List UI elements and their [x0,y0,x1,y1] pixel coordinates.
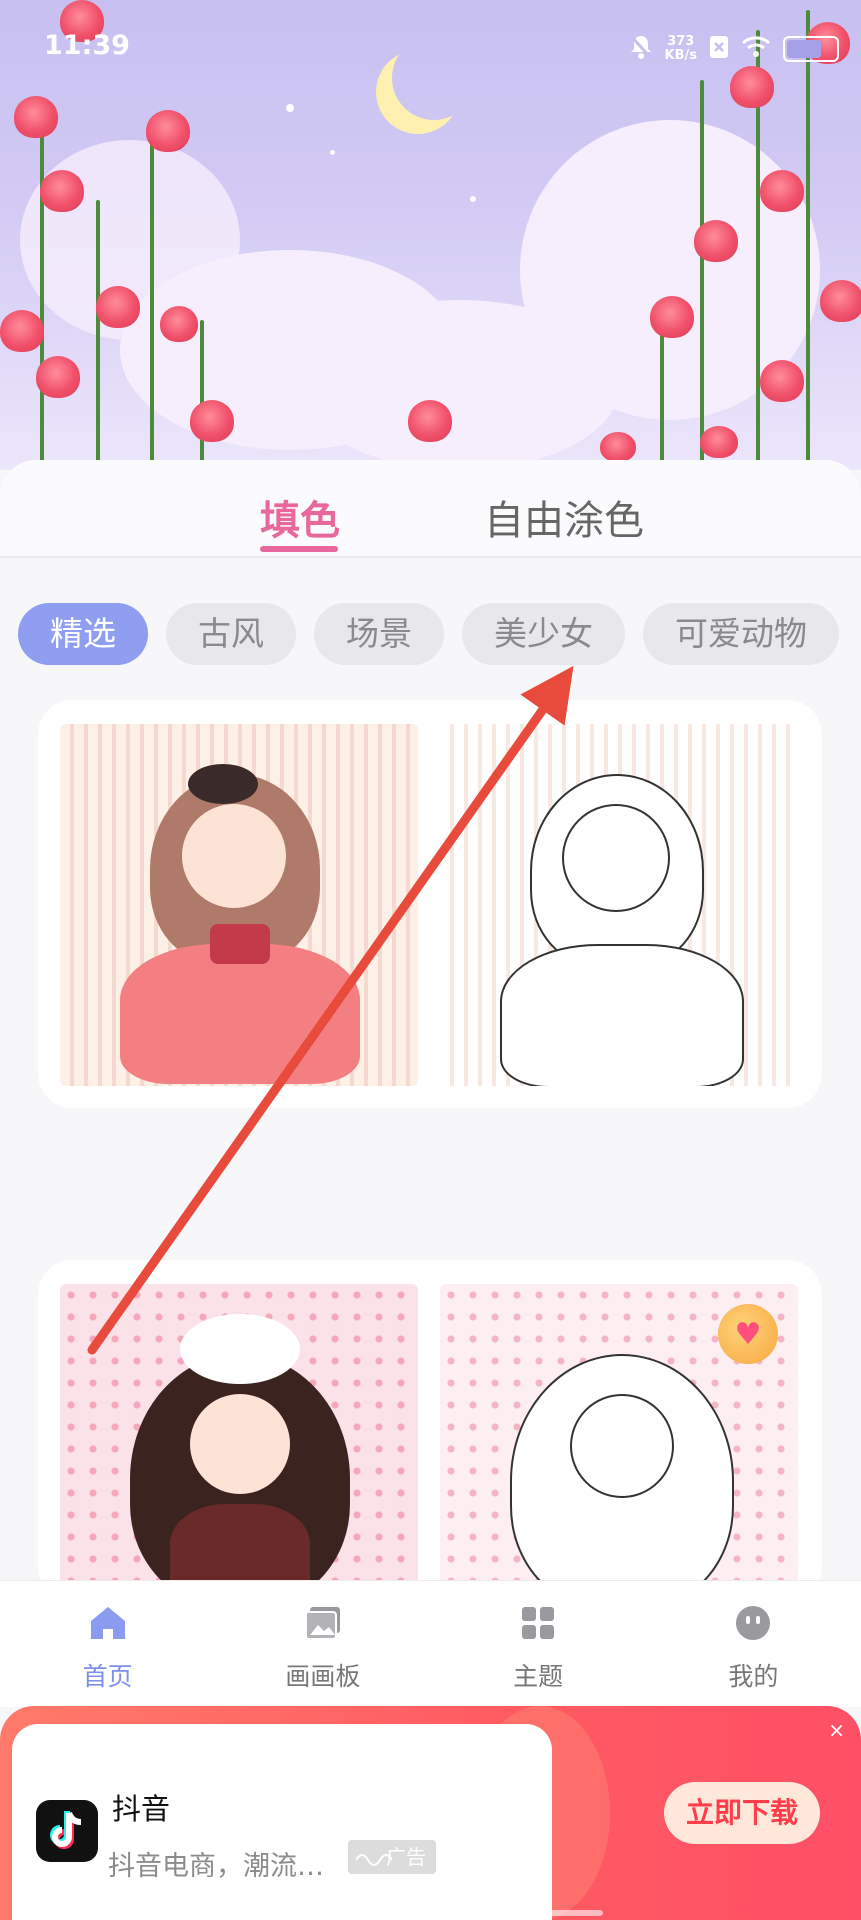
favorite-heart-icon[interactable]: ♥ [718,1304,778,1364]
ad-description: 抖音电商，潮流… [108,1851,324,1882]
net-speed-unit: KB/s [664,48,697,63]
home-indicator[interactable] [258,1910,603,1916]
chip-cute-animals[interactable]: 可爱动物 [643,603,839,665]
nav-label: 首页 [82,1662,133,1691]
tab-fill-color[interactable]: 填色 [260,488,340,546]
chip-featured[interactable]: 精选 [18,603,148,665]
ad-content: 抖音 抖音电商，潮流… 广告 [12,1724,552,1920]
wifi-icon [741,36,771,62]
nav-home[interactable]: 首页 [0,1581,215,1707]
mode-tabs: 填色 自由涂色 [0,460,861,558]
ad-close-icon[interactable]: × [828,1718,845,1742]
net-speed-value: 373 [667,34,695,49]
status-icons: 373 KB/s [629,34,839,64]
nav-themes[interactable]: 主题 [431,1581,646,1707]
net-speed: 373 KB/s [665,35,697,63]
sim-blocked-icon [709,35,729,63]
colored-preview-image [60,724,418,1086]
face-icon [733,1603,773,1643]
main-panel: 填色 自由涂色 精选 古风 场景 美少女 可爱动物 ♥ [0,460,861,1604]
status-time: 11:39 [44,30,130,61]
nav-profile[interactable]: 我的 [646,1581,861,1707]
ad-download-button[interactable]: 立即下载 [664,1782,820,1844]
gallery-icon [303,1603,343,1643]
ad-app-name: 抖音 [112,1792,171,1826]
category-chips: 精选 古风 场景 美少女 可爱动物 [18,603,839,665]
home-icon [88,1603,128,1643]
ad-banner[interactable]: 抖音 抖音电商，潮流… 广告 立即下载 × [0,1706,861,1920]
ad-tag-label: 广告 [386,1845,426,1869]
tab-active-indicator [260,546,338,552]
bottom-navigation: 首页 画画板 主题 我的 [0,1580,861,1707]
lineart-preview-image: ♥ [440,1284,798,1604]
chip-pretty-girl[interactable]: 美少女 [462,603,625,665]
douyin-logo-icon [36,1800,98,1862]
nav-drawing-board[interactable]: 画画板 [215,1581,430,1707]
lineart-preview-image [440,724,798,1086]
tab-free-paint[interactable]: 自由涂色 [484,488,644,546]
hero-banner [0,0,861,470]
nav-label: 画画板 [285,1662,361,1691]
ad-tag: 广告 [348,1840,436,1874]
ad-wave-icon [356,1854,392,1866]
colored-preview-image [60,1284,418,1604]
battery-icon [783,36,839,62]
moon-decoration [392,36,476,120]
chip-ancient-style[interactable]: 古风 [166,603,296,665]
coloring-card[interactable] [38,700,822,1108]
bell-mute-icon [629,34,653,64]
coloring-card[interactable]: ♥ [38,1260,822,1604]
nav-label: 主题 [513,1662,564,1691]
grid-icon [518,1603,558,1643]
chip-scenery[interactable]: 场景 [314,603,444,665]
nav-label: 我的 [728,1662,779,1691]
